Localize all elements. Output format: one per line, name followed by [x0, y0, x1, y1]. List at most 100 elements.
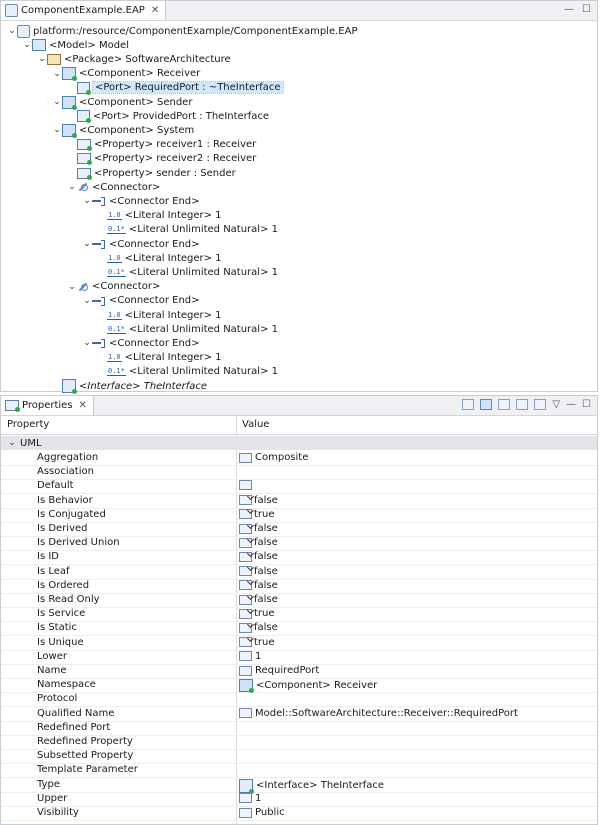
- chevron-down-icon[interactable]: ⌄: [52, 69, 62, 79]
- tree-node[interactable]: ⌄ <Component> System: [52, 123, 194, 138]
- chevron-down-icon[interactable]: ⌄: [52, 125, 62, 135]
- close-icon[interactable]: ✕: [79, 400, 87, 411]
- tree-node[interactable]: 0.1* <Literal Unlimited Natural> 1: [97, 365, 278, 379]
- tree-node[interactable]: 0.1* <Literal Unlimited Natural> 1: [97, 223, 278, 237]
- chevron-down-icon[interactable]: ⌄: [37, 54, 47, 64]
- show-categories-icon[interactable]: [480, 399, 493, 410]
- tree-node[interactable]: 0.1* <Literal Unlimited Natural> 1: [97, 265, 278, 279]
- property-row[interactable]: Visibility Public: [1, 806, 597, 821]
- property-row[interactable]: Name RequiredPort: [1, 664, 597, 679]
- property-row[interactable]: Aggregation Composite: [1, 451, 597, 466]
- property-value[interactable]: false: [239, 622, 278, 633]
- tree-node[interactable]: ⌄ platform:/resource/ComponentExample/Com…: [7, 24, 357, 38]
- property-value[interactable]: false: [239, 566, 278, 577]
- property-row[interactable]: Is Ordered false: [1, 579, 597, 594]
- property-row[interactable]: Is Conjugated true: [1, 508, 597, 523]
- tree-node[interactable]: <Property> receiver1 : Receiver: [67, 138, 256, 152]
- property-row[interactable]: Is ID false: [1, 550, 597, 566]
- chevron-down-icon[interactable]: ⌄: [82, 239, 92, 249]
- property-value[interactable]: Composite: [239, 452, 308, 463]
- property-value[interactable]: [239, 480, 255, 491]
- tree-node[interactable]: <Property> receiver2 : Receiver: [67, 152, 256, 166]
- tree-node[interactable]: ⌄ <Component> Receiver: [52, 67, 200, 82]
- property-row[interactable]: Lower 1: [1, 650, 597, 665]
- property-row[interactable]: Is Leaf false: [1, 565, 597, 580]
- tree-node[interactable]: 1.0 <Literal Integer> 1: [97, 209, 222, 223]
- filter-icon[interactable]: [516, 399, 529, 410]
- property-row[interactable]: Association: [1, 465, 597, 481]
- property-value[interactable]: RequiredPort: [239, 665, 319, 676]
- tree-node[interactable]: 1.0 <Literal Integer> 1: [97, 251, 222, 265]
- column-header-value[interactable]: Value: [242, 419, 269, 430]
- property-row[interactable]: Is Read Only false: [1, 593, 597, 608]
- property-value[interactable]: false: [239, 495, 278, 506]
- maximize-icon[interactable]: ☐: [582, 399, 591, 410]
- property-value[interactable]: <Component> Receiver: [239, 679, 377, 694]
- property-row[interactable]: Namespace <Component> Receiver: [1, 678, 597, 694]
- property-row[interactable]: Default: [1, 479, 597, 495]
- property-row[interactable]: Protocol: [1, 692, 597, 708]
- properties-tab[interactable]: Properties ✕: [1, 396, 94, 415]
- close-icon[interactable]: ✕: [151, 5, 159, 16]
- property-value[interactable]: 1: [239, 651, 261, 662]
- tree-node[interactable]: ⌄ <Connector End>: [82, 237, 199, 251]
- property-row[interactable]: Is Derived Union false: [1, 536, 597, 552]
- editor-tab[interactable]: ComponentExample.EAP ✕: [1, 1, 167, 20]
- chevron-down-icon[interactable]: ⌄: [22, 40, 32, 50]
- minimize-icon[interactable]: —: [566, 399, 576, 410]
- property-value[interactable]: true: [239, 637, 275, 648]
- show-advanced-icon[interactable]: [498, 399, 511, 410]
- chevron-down-icon[interactable]: ⌄: [82, 338, 92, 348]
- minimize-icon[interactable]: —: [564, 4, 574, 15]
- view-menu-icon[interactable]: ▽: [552, 399, 560, 410]
- property-value[interactable]: Public: [239, 807, 285, 818]
- tree-node[interactable]: <Port> RequiredPort : ~TheInterface: [67, 81, 284, 95]
- property-value[interactable]: false: [239, 551, 278, 562]
- column-header-property[interactable]: Property: [7, 419, 49, 430]
- property-row[interactable]: Redefined Property: [1, 735, 597, 750]
- tree-node[interactable]: <Port> ProvidedPort : TheInterface: [67, 109, 269, 124]
- tree-node[interactable]: ⌄ <Connector>: [67, 180, 160, 194]
- property-value[interactable]: false: [239, 537, 278, 548]
- category-uml[interactable]: ⌄ UML: [1, 436, 597, 450]
- property-row[interactable]: Subsetted Property: [1, 749, 597, 765]
- tree-node[interactable]: ⌄ <Connector>: [67, 280, 160, 294]
- property-row[interactable]: Is Unique true: [1, 636, 597, 651]
- property-value[interactable]: false: [239, 580, 278, 591]
- property-row[interactable]: Is Static false: [1, 621, 597, 637]
- maximize-icon[interactable]: ☐: [582, 4, 591, 15]
- property-row[interactable]: Type <Interface> TheInterface: [1, 778, 597, 794]
- tree-node[interactable]: 1.0 <Literal Integer> 1: [97, 351, 222, 365]
- tree-node[interactable]: ⌄ <Package> SoftwareArchitecture: [37, 52, 231, 66]
- tree-node[interactable]: ⌄ <Connector End>: [82, 194, 199, 208]
- property-value[interactable]: 1: [239, 793, 261, 804]
- property-row[interactable]: Is Behavior false: [1, 494, 597, 509]
- tree-node[interactable]: ⌄ <Model> Model: [22, 38, 129, 52]
- property-value[interactable]: false: [239, 523, 278, 534]
- tree-node[interactable]: 1.0 <Literal Integer> 1: [97, 308, 222, 322]
- tree-node[interactable]: 0.1* <Literal Unlimited Natural> 1: [97, 322, 278, 336]
- property-row[interactable]: Template Parameter: [1, 763, 597, 779]
- chevron-down-icon[interactable]: ⌄: [52, 97, 62, 107]
- tree-node[interactable]: <Interface> TheInterface: [52, 379, 207, 394]
- property-value[interactable]: true: [239, 608, 275, 619]
- chevron-down-icon[interactable]: ⌄: [67, 282, 77, 292]
- tree-node[interactable]: ⌄ <Component> Sender: [52, 95, 192, 110]
- chevron-down-icon[interactable]: ⌄: [82, 296, 92, 306]
- property-row[interactable]: Is Service true: [1, 607, 597, 623]
- property-row[interactable]: Redefined Port: [1, 721, 597, 736]
- property-row[interactable]: Upper 1: [1, 792, 597, 807]
- tree-node[interactable]: ⌄ <Connector End>: [82, 294, 199, 308]
- chevron-down-icon[interactable]: ⌄: [67, 182, 77, 192]
- property-row[interactable]: Qualified Name Model::SoftwareArchitectur…: [1, 707, 597, 722]
- tree-node[interactable]: ⌄ <Connector End>: [82, 336, 199, 350]
- restore-default-icon[interactable]: [534, 399, 547, 410]
- chevron-down-icon[interactable]: ⌄: [7, 26, 17, 36]
- chevron-down-icon[interactable]: ⌄: [7, 438, 17, 448]
- property-value[interactable]: true: [239, 509, 275, 520]
- property-row[interactable]: Is Derived false: [1, 522, 597, 537]
- chevron-down-icon[interactable]: ⌄: [82, 196, 92, 206]
- property-value[interactable]: Model::SoftwareArchitecture::Receiver::R…: [239, 708, 518, 719]
- property-value[interactable]: false: [239, 594, 278, 605]
- tree-node[interactable]: <Property> sender : Sender: [67, 166, 236, 180]
